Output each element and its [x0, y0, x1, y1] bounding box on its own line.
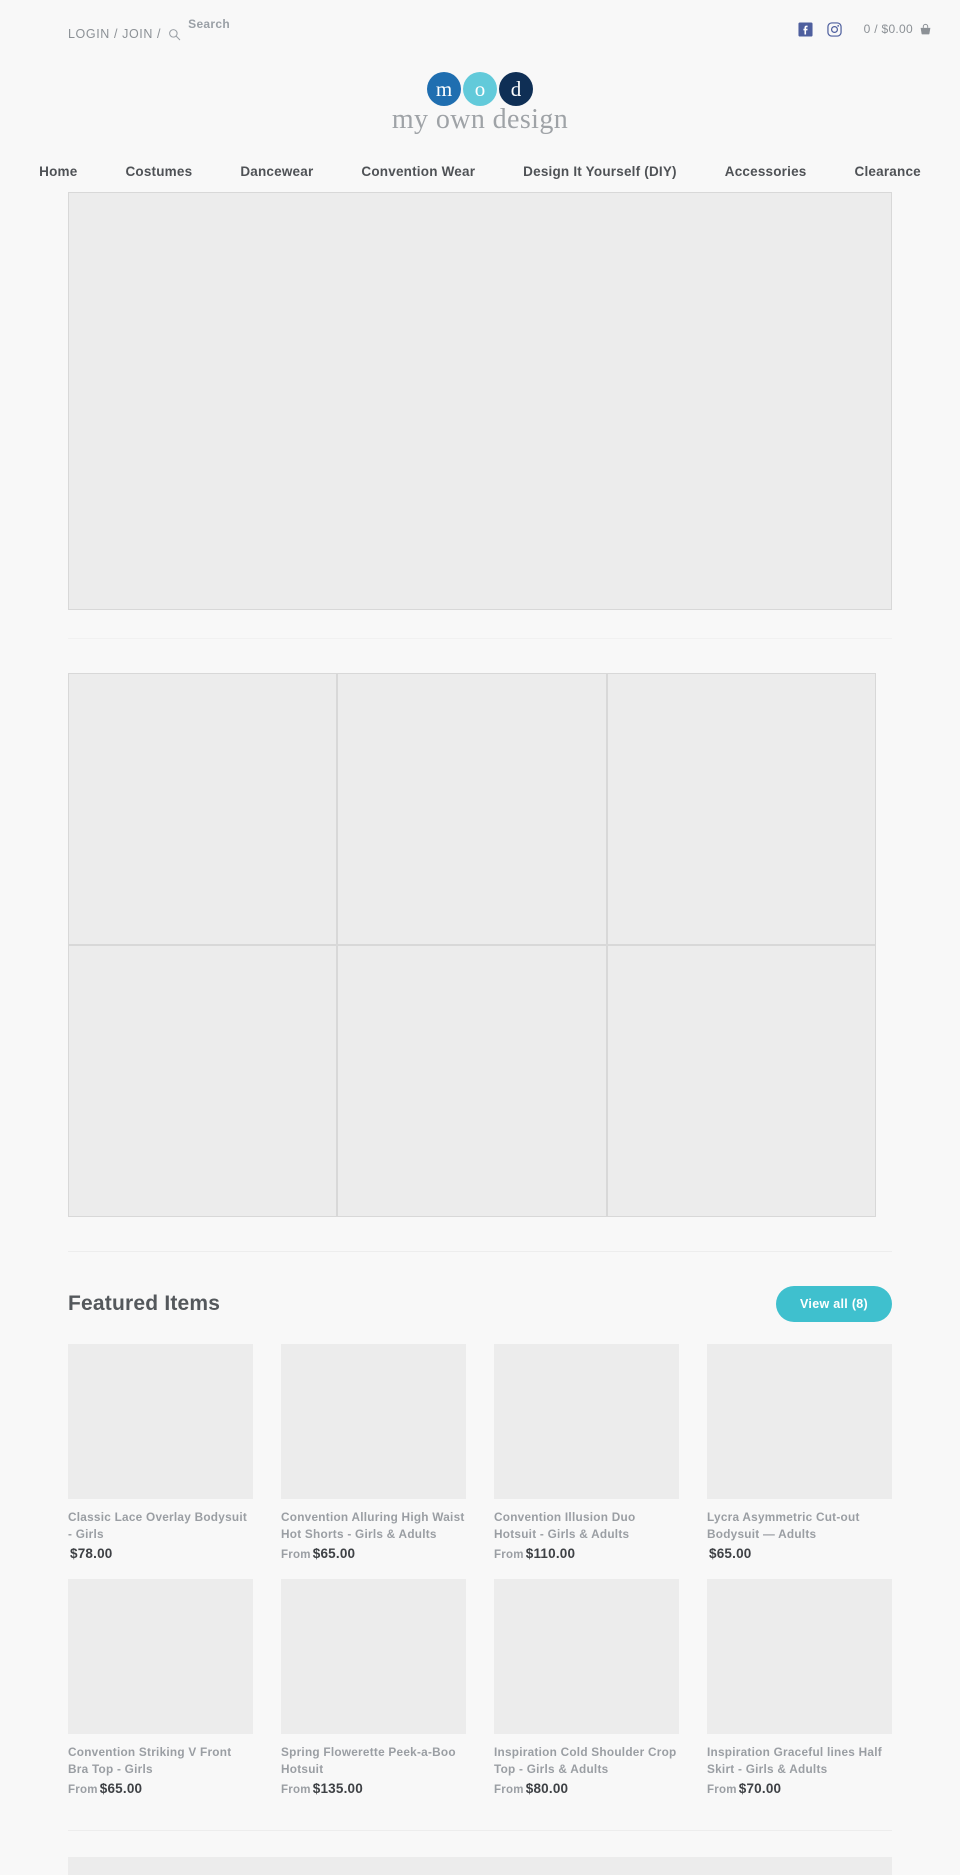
product-price: $65.00 [707, 1546, 892, 1561]
product-price: From $65.00 [281, 1546, 466, 1561]
product-price: From $80.00 [494, 1781, 679, 1796]
nav-item-accessories[interactable]: Accessories [701, 164, 831, 179]
site-logo[interactable]: m o d my own design [0, 58, 960, 136]
cart-total: 0 / $0.00 [863, 22, 913, 36]
product-card[interactable]: Lycra Asymmetric Cut-out Bodysuit — Adul… [707, 1344, 892, 1561]
price-value: $65.00 [312, 1546, 356, 1562]
logo-circles: m o d [0, 72, 960, 106]
product-price: From $135.00 [281, 1781, 466, 1796]
collections-grid [68, 673, 876, 1217]
product-title: Lycra Asymmetric Cut-out Bodysuit — Adul… [707, 1510, 860, 1542]
product-thumbnail[interactable] [707, 1579, 892, 1735]
product-card[interactable]: Inspiration Cold Shoulder Crop Top - Gir… [494, 1579, 679, 1796]
product-title: Convention Illusion Duo Hotsuit - Girls … [494, 1510, 636, 1542]
nav-item-design-it-yourself[interactable]: Design It Yourself (DIY) [499, 164, 701, 179]
login-join-link[interactable]: LOGIN / JOIN / [68, 28, 161, 42]
search-icon[interactable] [168, 28, 181, 41]
price-value: $135.00 [312, 1781, 363, 1797]
price-from-label: From [494, 1784, 524, 1797]
featured-header: Featured Items View all (8) [68, 1286, 892, 1322]
product-card[interactable]: Classic Lace Overlay Bodysuit - Girls $7… [68, 1344, 253, 1561]
price-value: $80.00 [525, 1781, 569, 1797]
price-from-label: From [68, 1784, 98, 1797]
instagram-icon[interactable] [826, 21, 842, 37]
nav-item-clearance[interactable]: Clearance [831, 164, 945, 179]
price-value: $70.00 [738, 1781, 782, 1797]
search-group[interactable] [168, 16, 309, 42]
logo-circle-o: o [463, 72, 497, 106]
collection-tile-3[interactable] [606, 673, 876, 945]
facebook-icon[interactable] [798, 21, 813, 37]
collection-tile-2[interactable] [337, 673, 607, 945]
nav-item-costumes[interactable]: Costumes [101, 164, 216, 179]
bottom-section [0, 1831, 960, 1875]
price-value: $110.00 [525, 1546, 576, 1562]
logo-wordmark: my own design [391, 104, 569, 135]
utility-right-group: 0 / $0.00 [798, 21, 932, 37]
product-card[interactable]: Inspiration Graceful lines Half Skirt - … [707, 1579, 892, 1796]
product-title: Inspiration Graceful lines Half Skirt - … [707, 1745, 882, 1777]
main-navigation: Home Costumes Dancewear Convention Wear … [0, 150, 960, 192]
product-thumbnail[interactable] [281, 1344, 466, 1499]
view-all-button[interactable]: View all (8) [776, 1286, 892, 1322]
product-price: From $70.00 [707, 1781, 892, 1796]
price-value: $78.00 [70, 1546, 113, 1562]
product-thumbnail[interactable] [494, 1579, 679, 1735]
price-from-label: From [281, 1784, 311, 1797]
product-thumbnail[interactable] [494, 1344, 679, 1499]
product-price: $78.00 [68, 1546, 253, 1561]
basket-icon [919, 23, 932, 36]
product-title: Inspiration Cold Shoulder Crop Top - Gir… [494, 1745, 677, 1777]
product-card[interactable]: Convention Alluring High Waist Hot Short… [281, 1344, 466, 1561]
product-card[interactable]: Spring Flowerette Peek-a-Boo Hotsuit Fro… [281, 1579, 466, 1796]
utility-bar: LOGIN / JOIN / Search 0 / $0.00 [0, 0, 960, 58]
price-value: $65.00 [99, 1781, 143, 1797]
hero-section [0, 192, 960, 639]
product-title: Convention Alluring High Waist Hot Short… [281, 1510, 465, 1542]
hero-banner[interactable] [68, 192, 892, 610]
product-card[interactable]: Convention Striking V Front Bra Top - Gi… [68, 1579, 253, 1796]
featured-heading: Featured Items [68, 1292, 221, 1315]
nav-item-dancewear[interactable]: Dancewear [216, 164, 337, 179]
product-thumbnail[interactable] [281, 1579, 466, 1735]
product-grid: Classic Lace Overlay Bodysuit - Girls $7… [68, 1344, 892, 1796]
collection-tile-4[interactable] [68, 945, 338, 1217]
cart-link[interactable]: 0 / $0.00 [864, 22, 932, 36]
product-thumbnail[interactable] [68, 1579, 253, 1735]
collection-tile-6[interactable] [606, 945, 876, 1217]
product-title: Classic Lace Overlay Bodysuit - Girls [68, 1510, 248, 1542]
product-thumbnail[interactable] [707, 1344, 892, 1499]
price-from-label: From [707, 1784, 737, 1797]
collection-tile-1[interactable] [68, 673, 338, 945]
collections-section [0, 639, 960, 1252]
product-price: From $65.00 [68, 1781, 253, 1796]
nav-item-convention-wear[interactable]: Convention Wear [337, 164, 499, 179]
logo-circle-m: m [427, 72, 461, 106]
price-from-label: From [281, 1549, 311, 1562]
product-thumbnail[interactable] [68, 1344, 253, 1499]
price-from-label: From [494, 1549, 524, 1562]
collection-tile-5[interactable] [337, 945, 607, 1217]
product-card[interactable]: Convention Illusion Duo Hotsuit - Girls … [494, 1344, 679, 1561]
nav-item-home[interactable]: Home [15, 164, 101, 179]
product-price: From $110.00 [494, 1546, 679, 1561]
bottom-banner[interactable] [68, 1857, 892, 1875]
search-input[interactable] [188, 16, 309, 31]
product-title: Convention Striking V Front Bra Top - Gi… [68, 1745, 232, 1777]
utility-left-group: LOGIN / JOIN / [68, 16, 309, 42]
featured-items-section: Featured Items View all (8) Classic Lace… [0, 1252, 960, 1832]
page-root: LOGIN / JOIN / Search 0 / $0.00 m o d my… [0, 0, 960, 1875]
logo-circle-d: d [499, 72, 533, 106]
product-title: Spring Flowerette Peek-a-Boo Hotsuit [281, 1745, 456, 1777]
price-value: $65.00 [709, 1546, 752, 1562]
